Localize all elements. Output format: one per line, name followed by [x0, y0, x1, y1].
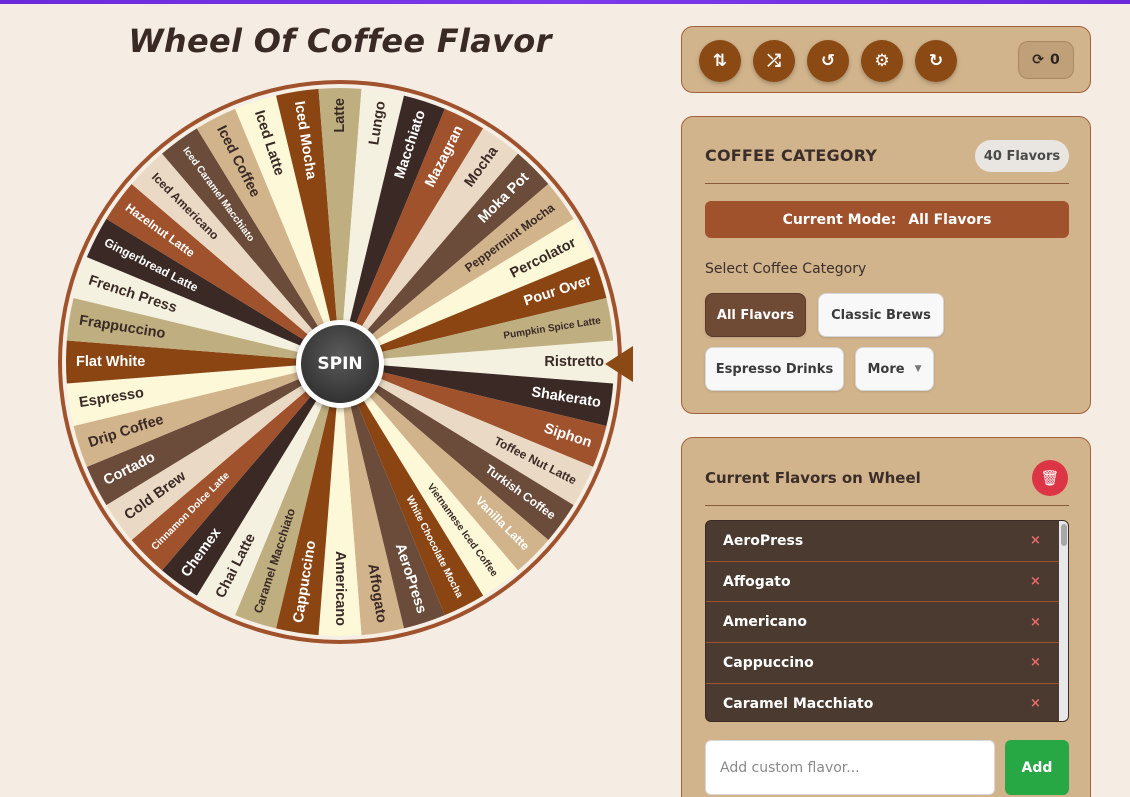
wheel-segment-label: Flat White	[76, 354, 145, 370]
wheel-segment-label: Latte	[332, 98, 348, 133]
history-button[interactable]: ↺	[807, 40, 849, 82]
flavor-name: AeroPress	[723, 532, 804, 549]
category-more-dropdown[interactable]: More ▼	[855, 347, 934, 391]
remove-flavor-button[interactable]: ×	[1030, 574, 1041, 589]
add-flavor-button[interactable]: Add	[1005, 740, 1069, 795]
category-divider	[705, 183, 1069, 184]
spin-count: 0	[1049, 52, 1060, 68]
remove-flavor-button[interactable]: ×	[1030, 533, 1041, 548]
spin-counter: ⟳ 0	[1018, 41, 1074, 79]
settings-icon: ⚙	[874, 51, 890, 71]
sort-button[interactable]: ⇅	[699, 40, 741, 82]
category-heading: COFFEE CATEGORY	[705, 146, 878, 165]
top-accent-bar	[0, 0, 1130, 4]
wheel-segment-label: Ristretto	[544, 354, 604, 370]
list-item: Caramel Macchiato ×	[706, 684, 1068, 721]
page-title: Wheel Of Coffee Flavor	[128, 22, 552, 60]
mode-value: All Flavors	[908, 211, 992, 228]
mode-label: Current Mode:	[782, 211, 897, 228]
list-item: Cappuccino ×	[706, 643, 1068, 684]
category-panel: COFFEE CATEGORY 40 Flavors Current Mode:…	[681, 116, 1091, 414]
list-scrollbar[interactable]	[1059, 521, 1068, 721]
add-flavor-input[interactable]	[705, 740, 995, 795]
shuffle-button[interactable]: ⤮	[753, 40, 795, 82]
trash-icon: 🗑	[1040, 469, 1060, 487]
reset-icon: ↻	[928, 51, 944, 71]
wheel-pointer	[605, 346, 633, 382]
shuffle-icon: ⤮	[767, 51, 781, 71]
flavor-name: Americano	[723, 614, 807, 631]
wheel-segment-label: Americano	[332, 551, 348, 626]
clear-all-button[interactable]: 🗑	[1032, 460, 1068, 496]
settings-button[interactable]: ⚙	[861, 40, 903, 82]
reset-button[interactable]: ↻	[915, 40, 957, 82]
sort-icon: ⇅	[712, 51, 728, 71]
chevron-down-icon: ▼	[914, 364, 922, 374]
list-item: Affogato ×	[706, 562, 1068, 603]
flavor-name: Affogato	[723, 573, 791, 590]
remove-flavor-button[interactable]: ×	[1030, 655, 1041, 670]
toolbar-panel: ⇅ ⤮ ↺ ⚙ ↻ ⟳ 0	[681, 26, 1091, 93]
scrollbar-thumb[interactable]	[1061, 524, 1067, 546]
flavor-name: Caramel Macchiato	[723, 695, 874, 712]
flavor-name: Cappuccino	[723, 654, 814, 671]
flavors-heading: Current Flavors on Wheel	[705, 469, 921, 487]
spin-button[interactable]: SPIN	[296, 320, 384, 408]
flavor-list[interactable]: AeroPress × Affogato × Americano × Cappu…	[705, 520, 1069, 722]
more-label: More	[867, 361, 905, 377]
list-item: Americano ×	[706, 602, 1068, 644]
remove-flavor-button[interactable]: ×	[1030, 615, 1041, 630]
current-mode-bar: Current Mode: All Flavors	[705, 201, 1069, 238]
category-espresso-button[interactable]: Espresso Drinks	[705, 347, 844, 391]
flavor-count-badge: 40 Flavors	[975, 140, 1069, 172]
category-classic-button[interactable]: Classic Brews	[818, 293, 944, 337]
coffee-wheel[interactable]: Ristretto Shakerato Siphon Toffee Nut Latte…	[58, 80, 628, 650]
select-category-label: Select Coffee Category	[705, 261, 867, 277]
sync-icon: ⟳	[1032, 52, 1044, 68]
list-item: AeroPress ×	[706, 521, 1068, 562]
flavors-divider	[705, 505, 1069, 506]
flavors-panel: Current Flavors on Wheel 🗑 AeroPress × A…	[681, 437, 1091, 797]
remove-flavor-button[interactable]: ×	[1030, 696, 1041, 711]
category-all-button[interactable]: All Flavors	[705, 293, 806, 337]
history-icon: ↺	[820, 51, 836, 71]
